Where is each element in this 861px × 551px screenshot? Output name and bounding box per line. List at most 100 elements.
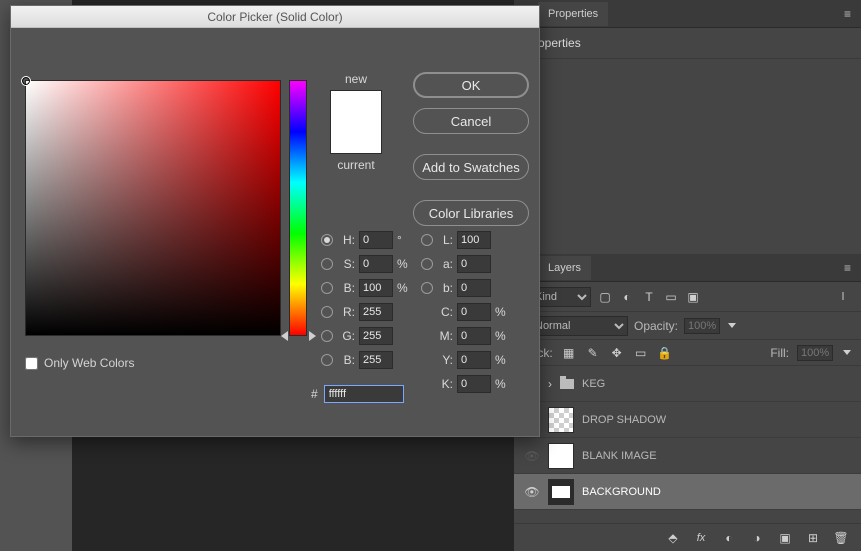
layer-thumb[interactable] <box>548 479 574 505</box>
input-s[interactable] <box>359 255 393 273</box>
visibility-toggle[interactable]: 👁 <box>524 485 540 499</box>
layer-name[interactable]: BACKGROUND <box>582 486 661 498</box>
color-libraries-button[interactable]: Color Libraries <box>413 200 529 226</box>
input-h[interactable] <box>359 231 393 249</box>
label-a: a: <box>437 257 453 271</box>
label-h: H: <box>337 233 355 247</box>
dialog-body: new current OK Cancel Add to Swatches Co… <box>11 28 539 436</box>
label-brgb: B: <box>337 353 355 367</box>
layer-thumb[interactable] <box>548 407 574 433</box>
mask-icon[interactable]: ◐ <box>721 530 737 546</box>
opacity-dropdown-icon[interactable] <box>728 323 736 328</box>
only-web-colors[interactable]: Only Web Colors <box>25 356 134 370</box>
input-m[interactable] <box>457 327 491 345</box>
input-g[interactable] <box>359 327 393 345</box>
unit-y: % <box>495 353 507 367</box>
radio-r[interactable] <box>321 306 333 318</box>
input-brgb[interactable] <box>359 351 393 369</box>
radio-a[interactable] <box>421 258 433 270</box>
layer-name[interactable]: DROP SHADOW <box>582 414 666 426</box>
radio-brgb[interactable] <box>321 354 333 366</box>
fx-icon[interactable]: fx <box>693 530 709 546</box>
input-a[interactable] <box>457 255 491 273</box>
adjustment-icon[interactable]: ◑ <box>749 530 765 546</box>
properties-panel-menu-icon[interactable]: ≡ <box>834 1 861 27</box>
radio-bhsb[interactable] <box>321 282 333 294</box>
layers-panel: Layers ≡ Kind ▢ ◐ T ▭ ▣ ⏽ Normal Opacity… <box>514 254 861 551</box>
layer-row[interactable]: 👁 DROP SHADOW <box>514 402 861 438</box>
filter-shape-icon[interactable]: ▭ <box>663 289 679 305</box>
new-group-icon[interactable]: ▣ <box>777 530 793 546</box>
swatch-new-current[interactable] <box>330 90 382 154</box>
opacity-label: Opacity: <box>634 319 678 333</box>
ok-button[interactable]: OK <box>413 72 529 98</box>
sv-marker[interactable] <box>21 76 31 86</box>
hue-pointer-left <box>281 331 288 341</box>
radio-g[interactable] <box>321 330 333 342</box>
label-bhsb: B: <box>337 281 355 295</box>
tab-layers[interactable]: Layers <box>538 256 591 280</box>
filter-type-icon[interactable]: T <box>641 289 657 305</box>
new-layer-icon[interactable]: ⊞ <box>805 530 821 546</box>
swatch-current-label: current <box>325 158 387 172</box>
dialog-titlebar[interactable]: Color Picker (Solid Color) <box>11 6 539 28</box>
layer-row-selected[interactable]: 👁 BACKGROUND <box>514 474 861 510</box>
layer-thumb[interactable] <box>548 443 574 469</box>
input-k[interactable] <box>457 375 491 393</box>
lock-brush-icon[interactable]: ✎ <box>585 345 601 361</box>
filter-toggle-icon[interactable]: ⏽ <box>835 289 851 305</box>
link-layers-icon[interactable]: ⬘ <box>665 530 681 546</box>
saturation-value-field[interactable] <box>25 80 281 336</box>
lock-all-icon[interactable]: 🔒 <box>657 345 673 361</box>
hex-row: # <box>311 385 404 403</box>
layer-row[interactable]: 👁 BLANK IMAGE <box>514 438 861 474</box>
properties-tabbar: Properties ≡ <box>514 0 861 28</box>
label-s: S: <box>337 257 355 271</box>
layers-tabbar: Layers ≡ <box>514 254 861 282</box>
radio-blab[interactable] <box>421 282 433 294</box>
layers-filter-bar: Kind ▢ ◐ T ▭ ▣ ⏽ <box>514 282 861 312</box>
hex-label: # <box>311 387 318 401</box>
right-panels: Properties ≡ Properties Layers ≡ Kind ▢ … <box>514 0 861 551</box>
add-to-swatches-button[interactable]: Add to Swatches <box>413 154 529 180</box>
input-l[interactable] <box>457 231 491 249</box>
properties-body <box>514 58 861 228</box>
label-y: Y: <box>437 353 453 367</box>
input-y[interactable] <box>457 351 491 369</box>
input-r[interactable] <box>359 303 393 321</box>
lock-artboard-icon[interactable]: ▭ <box>633 345 649 361</box>
input-blab[interactable] <box>457 279 491 297</box>
radio-l[interactable] <box>421 234 433 246</box>
unit-bhsb: % <box>397 281 409 295</box>
radio-s[interactable] <box>321 258 333 270</box>
fill-input[interactable] <box>797 345 833 361</box>
layers-footer: ⬘ fx ◐ ◑ ▣ ⊞ 🗑 <box>514 523 861 551</box>
cancel-button[interactable]: Cancel <box>413 108 529 134</box>
layers-panel-menu-icon[interactable]: ≡ <box>834 255 861 281</box>
input-c[interactable] <box>457 303 491 321</box>
filter-smart-icon[interactable]: ▣ <box>685 289 701 305</box>
unit-c: % <box>495 305 507 319</box>
lock-transparency-icon[interactable]: ▦ <box>561 345 577 361</box>
lock-position-icon[interactable]: ✥ <box>609 345 625 361</box>
opacity-input[interactable] <box>684 318 720 334</box>
filter-adjust-icon[interactable]: ◐ <box>619 289 635 305</box>
unit-h: ° <box>397 233 409 247</box>
only-web-checkbox[interactable] <box>25 357 38 370</box>
tab-properties[interactable]: Properties <box>538 2 608 26</box>
hue-pointer-right <box>309 331 316 341</box>
radio-h[interactable] <box>321 234 333 246</box>
hex-input[interactable] <box>324 385 404 403</box>
hue-slider[interactable] <box>289 80 307 336</box>
layer-name[interactable]: KEG <box>582 378 605 390</box>
color-picker-dialog: Color Picker (Solid Color) new current O… <box>10 5 540 437</box>
expand-icon[interactable]: › <box>548 377 552 391</box>
color-fields: H:° L: S:% a: B:% b: R: C:% G: M:% B: Y:… <box>321 228 533 396</box>
delete-layer-icon[interactable]: 🗑 <box>833 530 849 546</box>
input-bhsb[interactable] <box>359 279 393 297</box>
filter-pixel-icon[interactable]: ▢ <box>597 289 613 305</box>
fill-dropdown-icon[interactable] <box>843 350 851 355</box>
layer-row-group[interactable]: 👁 › KEG <box>514 366 861 402</box>
layer-name[interactable]: BLANK IMAGE <box>582 450 657 462</box>
visibility-toggle[interactable]: 👁 <box>524 449 540 463</box>
